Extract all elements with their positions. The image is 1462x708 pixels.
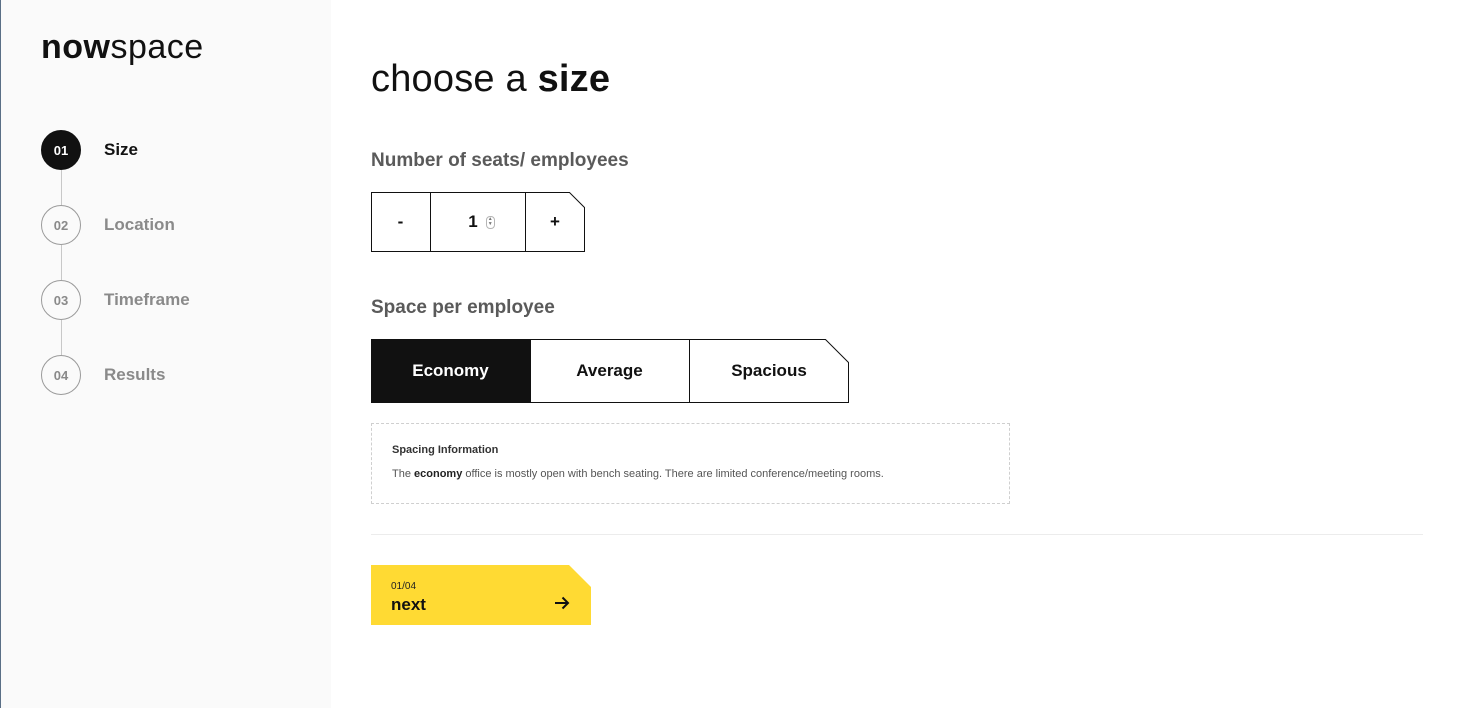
option-spacious[interactable]: Spacious [689,339,849,403]
step-timeframe[interactable]: 03 Timeframe [41,280,190,355]
space-label: Space per employee [371,297,555,318]
step-results[interactable]: 04 Results [41,355,190,430]
next-label: next [391,595,426,614]
step-label: Results [104,365,166,384]
info-text-before: The [392,468,415,480]
sidebar: nowspace 01 Size 02 Location 03 Timefram… [0,0,331,708]
divider [371,534,1423,535]
info-text-bold: economy [414,468,463,480]
increment-button[interactable]: + [525,192,585,252]
step-location[interactable]: 02 Location [41,205,190,280]
spinner-icon[interactable]: ▲ ▼ [485,215,495,229]
seats-input[interactable]: 1 ▲ ▼ [430,192,525,252]
step-label: Location [104,215,175,234]
step-nav: 01 Size 02 Location 03 Timeframe 04 Resu… [41,130,190,430]
next-button[interactable]: 01/04 next [371,565,591,625]
title-regular: choose a [371,58,538,100]
info-title: Spacing Information [392,444,499,456]
option-economy[interactable]: Economy [371,339,530,403]
info-text: The economy office is mostly open with b… [392,468,989,480]
step-number: 04 [41,355,81,395]
arrow-right-icon [555,596,570,610]
step-label: Timeframe [104,290,190,309]
decrement-button[interactable]: - [371,192,430,252]
step-number: 02 [41,205,81,245]
main-content: choose a size Number of seats/ employees… [371,0,1423,708]
nowspace-logo[interactable]: nowspace [41,30,204,64]
spacing-info-box: Spacing Information The economy office i… [371,423,1010,504]
info-text-after: office is mostly open with bench seating… [462,468,884,480]
seats-stepper: - 1 ▲ ▼ + [371,192,585,252]
step-connector [61,245,62,280]
step-size[interactable]: 01 Size [41,130,190,205]
logo-light: space [110,28,204,66]
step-number: 01 [41,130,81,170]
page-title: choose a size [371,58,610,101]
option-average[interactable]: Average [530,339,689,403]
step-number: 03 [41,280,81,320]
next-step-counter: 01/04 [391,581,417,592]
title-bold: size [537,58,611,100]
step-connector [61,320,62,355]
seats-value: 1 [468,212,478,231]
space-selector: Economy Average Spacious [371,339,849,403]
seats-label: Number of seats/ employees [371,150,629,171]
logo-bold: now [41,28,111,66]
step-connector [61,170,62,205]
step-label: Size [104,140,139,159]
